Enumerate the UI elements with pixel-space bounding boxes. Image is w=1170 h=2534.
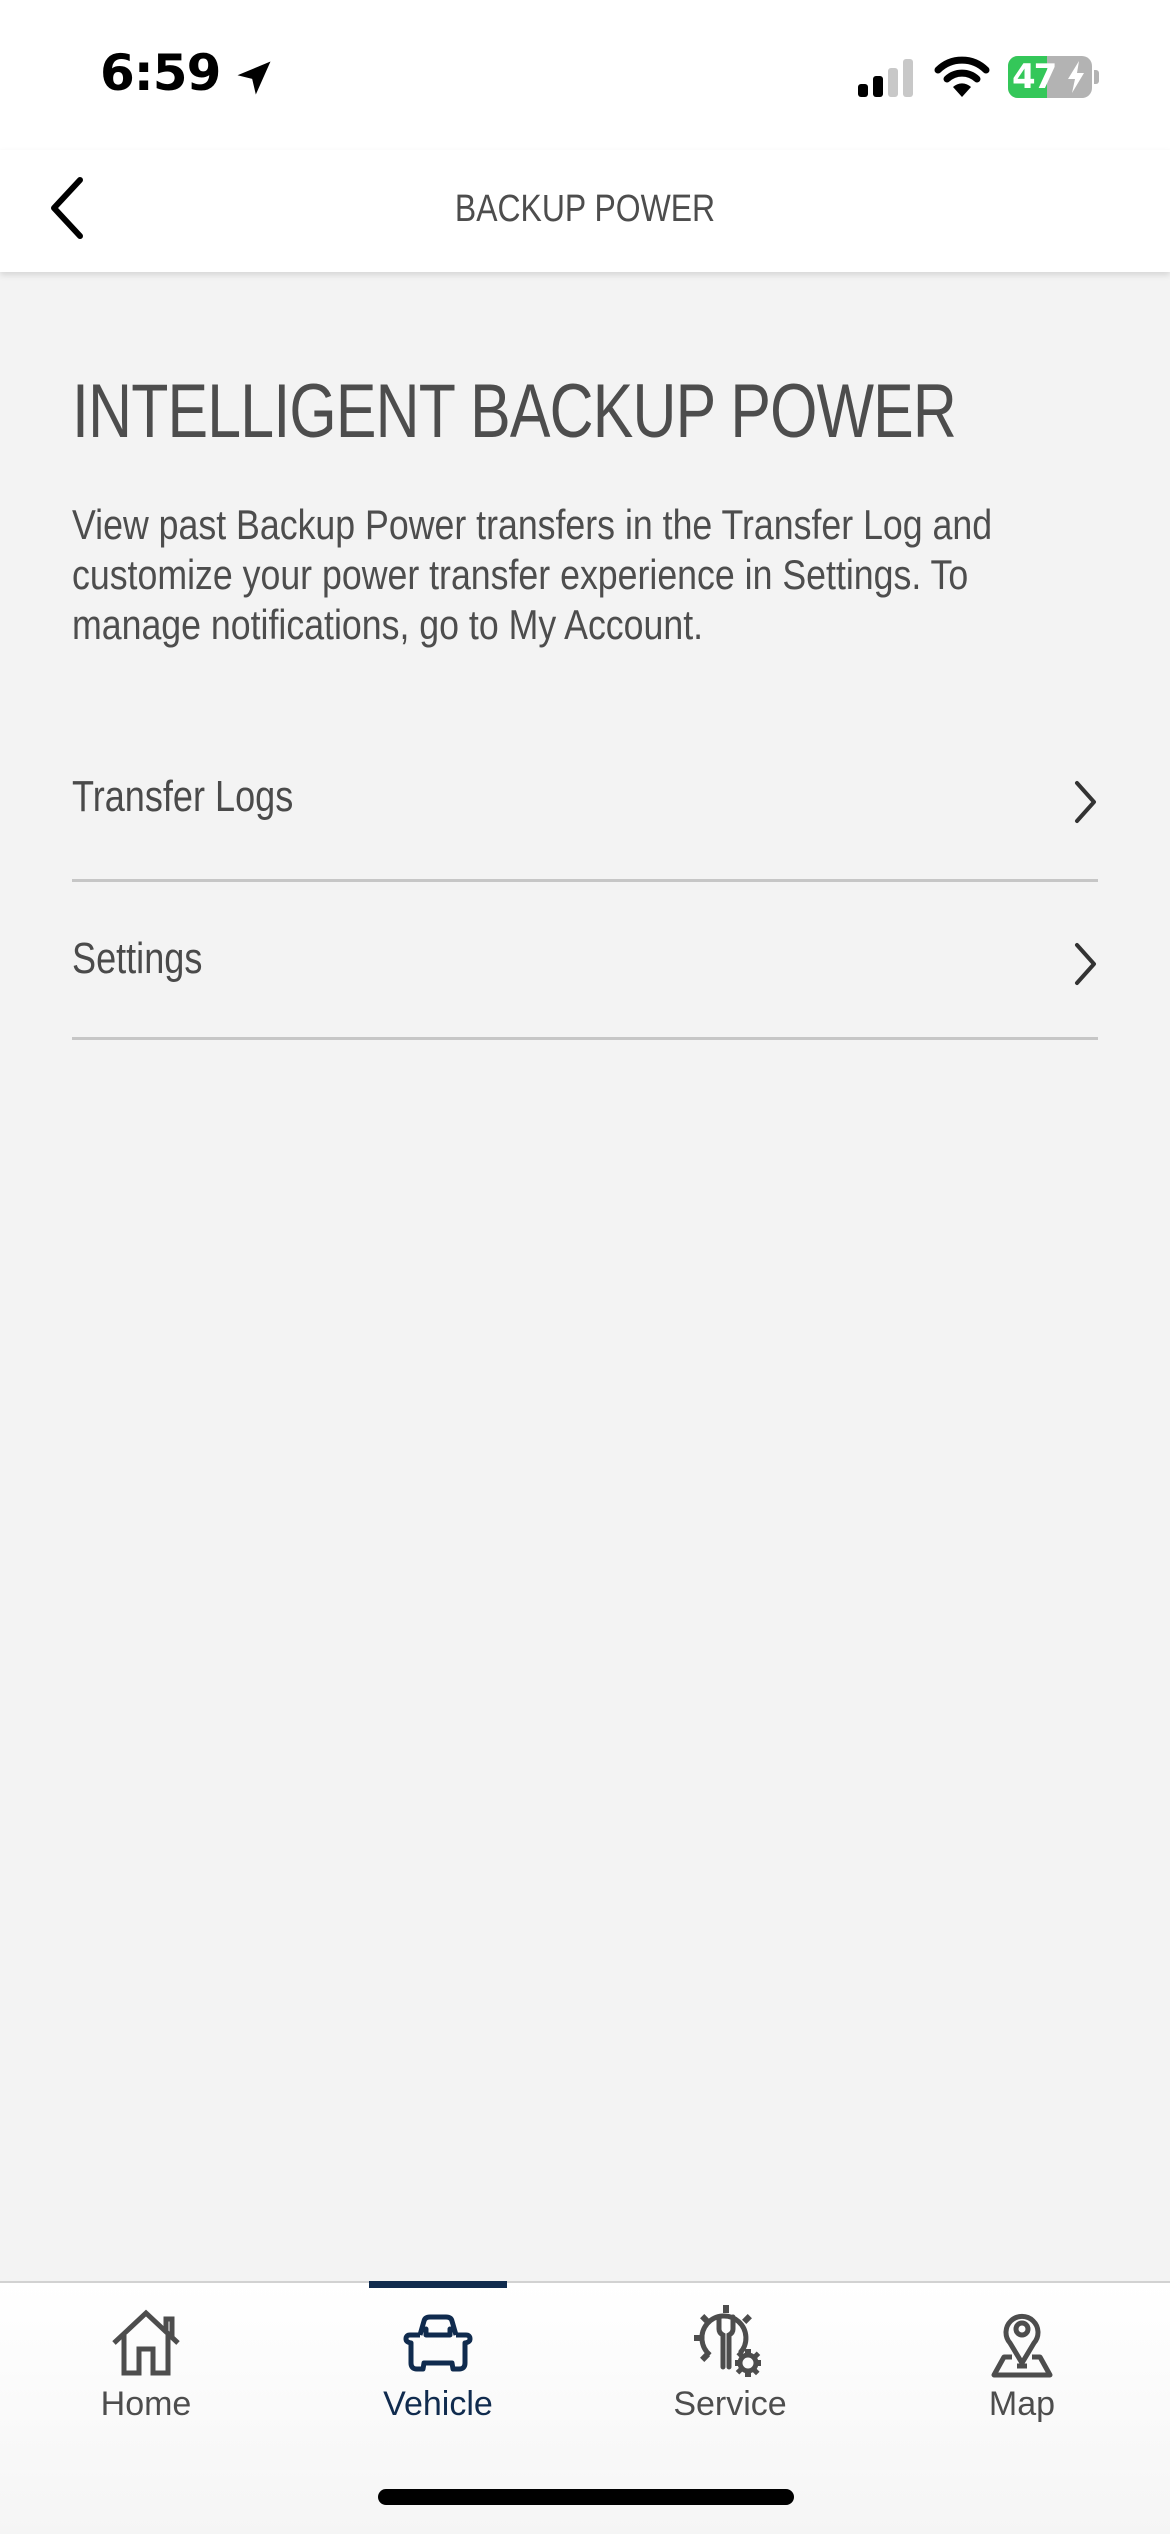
list-item-label: Transfer Logs [72, 772, 294, 821]
list-item-settings[interactable]: Settings [72, 882, 1098, 1040]
tab-label: Home [100, 2385, 192, 2423]
list-item-label: Settings [72, 934, 203, 983]
car-icon [403, 2314, 473, 2372]
battery-nub [1094, 70, 1099, 84]
tab-vehicle[interactable]: Vehicle [292, 2283, 584, 2483]
app-header: BACKUP POWER [0, 150, 1170, 272]
list-item-transfer-logs[interactable]: Transfer Logs [72, 720, 1098, 882]
back-button[interactable] [40, 168, 100, 248]
page-title: INTELLIGENT BACKUP POWER [72, 369, 957, 454]
chevron-right-icon [1075, 781, 1096, 823]
cellular-signal-icon [858, 59, 913, 97]
wifi-icon [934, 56, 990, 97]
tab-label: Service [673, 2385, 787, 2423]
status-bar: 6:59 47 [0, 0, 1170, 150]
tab-service[interactable]: Service [584, 2283, 876, 2483]
service-gear-wrench-icon [694, 2305, 761, 2377]
tab-label: Map [988, 2385, 1056, 2423]
header-title: BACKUP POWER [454, 188, 716, 230]
chevron-right-icon [1075, 943, 1096, 985]
description-text: View past Backup Power transfers in the … [72, 501, 993, 648]
location-arrow-icon [237, 61, 271, 95]
options-list: Transfer Logs Settings [72, 720, 1098, 1040]
home-indicator[interactable] [378, 2489, 794, 2505]
home-icon [112, 2309, 180, 2376]
map-pin-icon [991, 2313, 1053, 2378]
tab-label: Vehicle [383, 2385, 493, 2423]
tab-map[interactable]: Map [876, 2283, 1168, 2483]
charging-bolt-icon [1068, 61, 1084, 93]
status-time: 6:59 [100, 44, 221, 102]
battery-percent: 47 [1012, 57, 1057, 97]
battery-indicator: 47 [1008, 56, 1092, 98]
chevron-left-icon [51, 177, 83, 239]
tab-home[interactable]: Home [0, 2283, 292, 2483]
